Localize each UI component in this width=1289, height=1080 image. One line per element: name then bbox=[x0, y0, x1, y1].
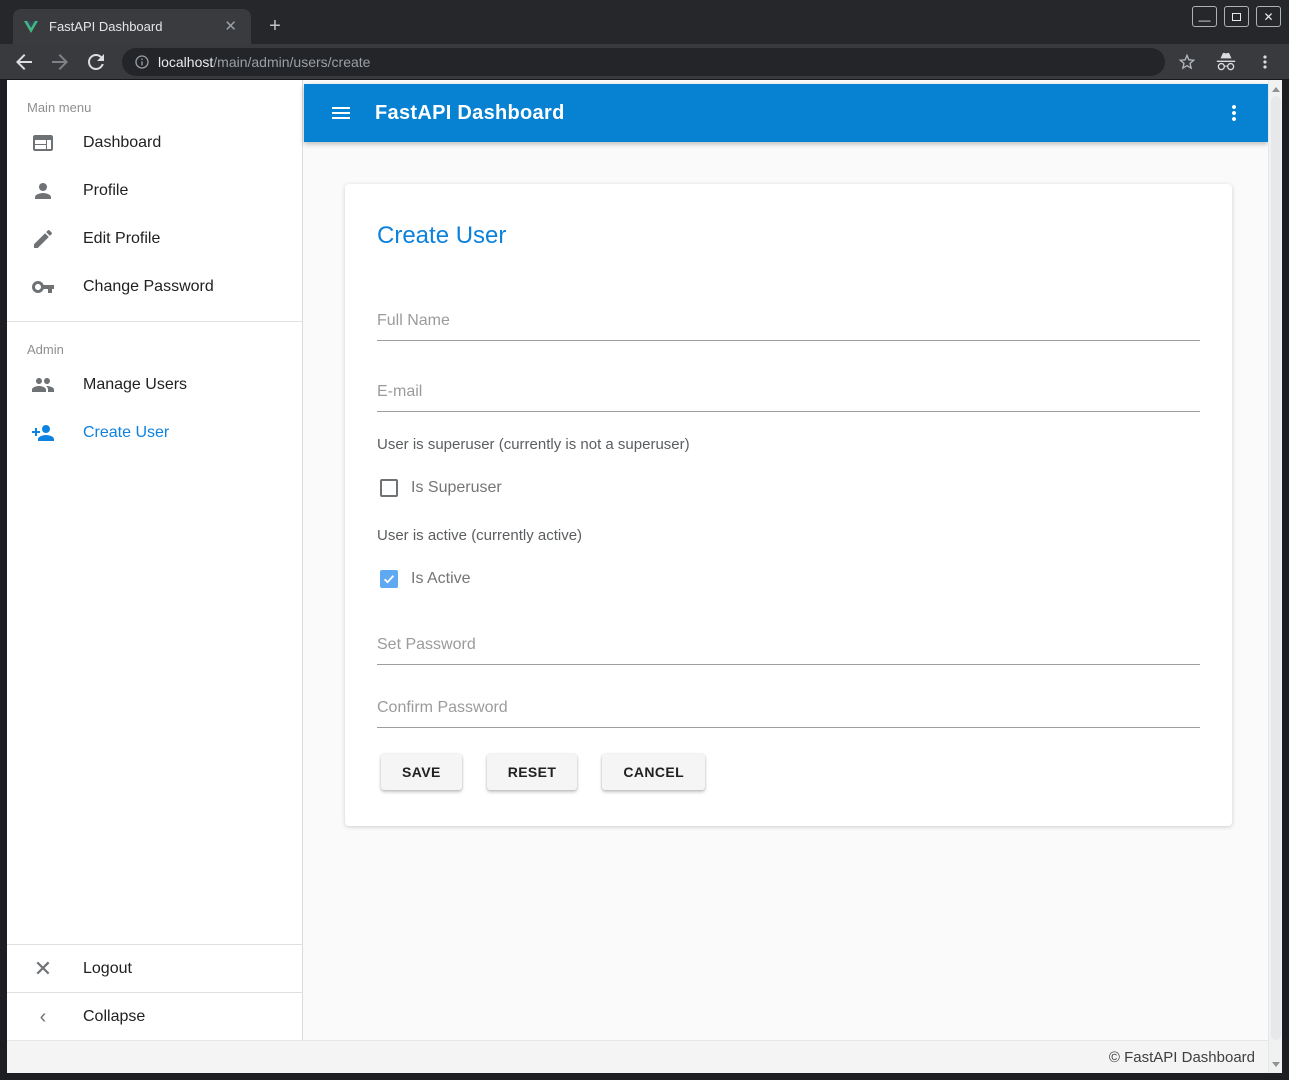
scrollbar-thumb[interactable] bbox=[1271, 96, 1281, 1040]
app-header: FastAPI Dashboard bbox=[304, 84, 1268, 142]
form-buttons: SAVE RESET CANCEL bbox=[381, 754, 1200, 790]
sidebar-item-dashboard[interactable]: Dashboard bbox=[7, 119, 302, 167]
key-icon bbox=[31, 275, 55, 299]
save-button[interactable]: SAVE bbox=[381, 754, 462, 790]
sidebar-item-create-user[interactable]: Create User bbox=[7, 409, 302, 457]
incognito-icon[interactable] bbox=[1215, 51, 1237, 73]
sidebar-item-manage-users[interactable]: Manage Users bbox=[7, 361, 302, 409]
tab-title: FastAPI Dashboard bbox=[49, 19, 220, 34]
url-path: /main/admin/users/create bbox=[213, 54, 370, 70]
sidebar-item-label: Dashboard bbox=[83, 134, 161, 152]
scrollbar-down-arrow[interactable] bbox=[1269, 1057, 1282, 1071]
browser-window: FastAPI Dashboard ✕ + — ✕ localhost/main… bbox=[0, 0, 1289, 1080]
sidebar-item-label: Collapse bbox=[83, 1008, 145, 1026]
page-scrollbar[interactable] bbox=[1268, 80, 1282, 1073]
app-title: FastAPI Dashboard bbox=[375, 102, 565, 125]
new-tab-button[interactable]: + bbox=[262, 14, 288, 40]
sidebar-section-main-menu: Main menu bbox=[7, 80, 302, 119]
person-icon bbox=[31, 179, 55, 203]
pencil-icon bbox=[31, 227, 55, 251]
superuser-hint: User is superuser (currently is not a su… bbox=[377, 436, 1200, 453]
hamburger-menu-icon[interactable] bbox=[329, 101, 353, 125]
vue-favicon-icon bbox=[23, 19, 39, 35]
people-icon bbox=[31, 373, 55, 397]
sidebar-item-label: Edit Profile bbox=[83, 230, 160, 248]
sidebar-item-change-password[interactable]: Change Password bbox=[7, 263, 302, 311]
is-superuser-checkbox[interactable] bbox=[380, 479, 398, 497]
maximize-icon bbox=[1232, 13, 1241, 21]
reload-icon[interactable] bbox=[84, 50, 108, 74]
sidebar-item-label: Logout bbox=[83, 960, 132, 978]
tab-close-icon[interactable]: ✕ bbox=[220, 17, 241, 36]
sidebar-item-logout[interactable]: ✕ Logout bbox=[7, 944, 302, 992]
sidebar-item-edit-profile[interactable]: Edit Profile bbox=[7, 215, 302, 263]
triangle-down-icon bbox=[1272, 1062, 1280, 1067]
url-host: localhost bbox=[158, 54, 213, 70]
logout-close-icon: ✕ bbox=[31, 957, 55, 981]
full-name-input[interactable] bbox=[377, 312, 1200, 341]
create-user-card: Create User User is superuser (currently… bbox=[345, 184, 1232, 826]
card-title: Create User bbox=[377, 222, 1200, 250]
page-content: Main menu Dashboard Profile Edit Profile bbox=[7, 80, 1282, 1073]
sidebar-section-admin: Admin bbox=[7, 322, 302, 361]
back-icon[interactable] bbox=[12, 50, 36, 74]
chevron-left-icon: ‹ bbox=[31, 1005, 55, 1029]
bookmark-star-icon[interactable] bbox=[1177, 52, 1197, 72]
url-text: localhost/main/admin/users/create bbox=[158, 54, 370, 70]
is-active-checkbox[interactable] bbox=[380, 570, 398, 588]
sidebar-item-label: Manage Users bbox=[83, 376, 187, 394]
sidebar-item-label: Change Password bbox=[83, 278, 214, 296]
sidebar-item-profile[interactable]: Profile bbox=[7, 167, 302, 215]
sidebar: Main menu Dashboard Profile Edit Profile bbox=[7, 80, 303, 1040]
browser-tab[interactable]: FastAPI Dashboard ✕ bbox=[13, 9, 251, 44]
page-footer: © FastAPI Dashboard bbox=[7, 1040, 1282, 1073]
tab-strip: FastAPI Dashboard ✕ + — ✕ bbox=[0, 0, 1289, 44]
triangle-up-icon bbox=[1272, 87, 1280, 92]
browser-toolbar: localhost/main/admin/users/create bbox=[0, 44, 1289, 80]
confirm-password-input[interactable] bbox=[377, 699, 1200, 728]
window-maximize-button[interactable] bbox=[1224, 6, 1249, 27]
email-input[interactable] bbox=[377, 383, 1200, 412]
app-menu-dots-icon[interactable] bbox=[1222, 101, 1246, 125]
info-icon[interactable] bbox=[134, 54, 150, 70]
is-superuser-label: Is Superuser bbox=[411, 479, 502, 497]
main-area: FastAPI Dashboard Create User User is su… bbox=[304, 80, 1268, 1040]
dashboard-icon bbox=[31, 131, 55, 155]
sidebar-item-label: Create User bbox=[83, 424, 169, 442]
browser-menu-icon[interactable] bbox=[1255, 52, 1275, 72]
checkmark-icon bbox=[382, 572, 396, 586]
toolbar-actions bbox=[1177, 51, 1275, 73]
reset-button[interactable]: RESET bbox=[487, 754, 578, 790]
set-password-input[interactable] bbox=[377, 636, 1200, 665]
copyright-text: © FastAPI Dashboard bbox=[1109, 1049, 1255, 1066]
active-checkbox-row[interactable]: Is Active bbox=[380, 570, 1200, 588]
forward-icon[interactable] bbox=[48, 50, 72, 74]
close-icon: ✕ bbox=[1263, 11, 1273, 23]
sidebar-bottom: ✕ Logout ‹ Collapse bbox=[7, 944, 302, 1040]
superuser-checkbox-row[interactable]: Is Superuser bbox=[380, 479, 1200, 497]
person-add-icon bbox=[31, 421, 55, 445]
window-close-button[interactable]: ✕ bbox=[1256, 6, 1281, 27]
active-hint: User is active (currently active) bbox=[377, 527, 1200, 544]
scrollbar-up-arrow[interactable] bbox=[1269, 82, 1282, 96]
address-bar[interactable]: localhost/main/admin/users/create bbox=[122, 48, 1165, 76]
window-controls: — ✕ bbox=[1192, 6, 1281, 27]
window-minimize-button[interactable]: — bbox=[1192, 6, 1217, 27]
cancel-button[interactable]: CANCEL bbox=[602, 754, 705, 790]
sidebar-item-label: Profile bbox=[83, 182, 128, 200]
minimize-icon: — bbox=[1199, 14, 1211, 26]
is-active-label: Is Active bbox=[411, 570, 471, 588]
sidebar-item-collapse[interactable]: ‹ Collapse bbox=[7, 992, 302, 1040]
